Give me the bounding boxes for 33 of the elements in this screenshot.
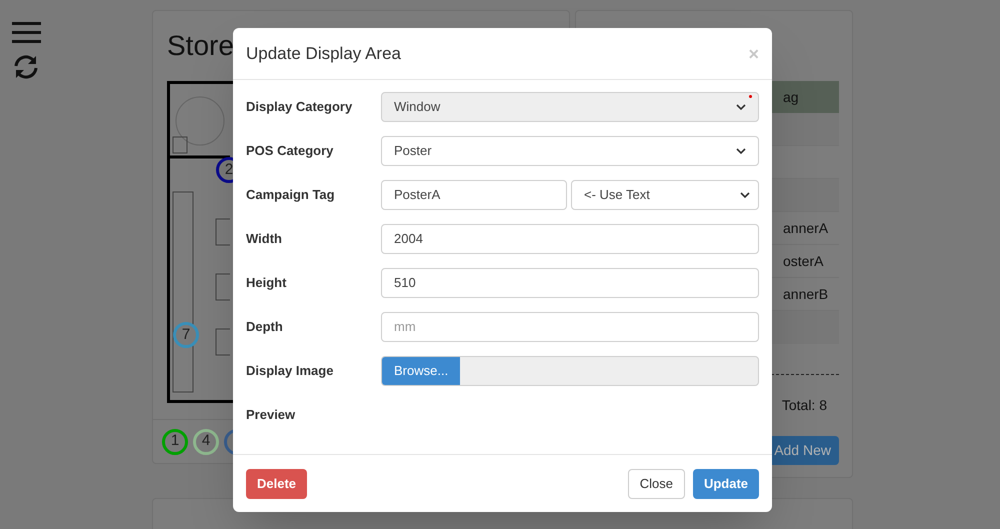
field-label: Campaign Tag — [246, 186, 336, 204]
select-field[interactable]: Poster — [381, 136, 759, 166]
field-label: POS Category — [246, 142, 334, 160]
field-label: Preview — [246, 406, 296, 424]
table-cell-text: annerB — [783, 284, 828, 304]
field-label: Depth — [246, 318, 284, 336]
total-count: Total: 8 — [782, 396, 827, 415]
select-field[interactable]: <- Use Text — [571, 180, 759, 210]
modal-title: Update Display Area — [246, 42, 401, 65]
text-field[interactable]: PosterA — [381, 180, 567, 210]
text-field[interactable]: 510 — [381, 268, 759, 298]
file-field[interactable]: Browse... — [381, 356, 759, 386]
panel-title: Store — [167, 29, 234, 63]
field-label: Display Image — [246, 362, 334, 380]
field-label: Width — [246, 230, 283, 248]
text-field[interactable]: 2004 — [381, 224, 759, 254]
text-field[interactable]: mm — [381, 312, 759, 342]
marker-badge[interactable]: 7 — [173, 322, 199, 348]
table-cell-text: annerA — [783, 218, 828, 238]
table-cell-text: osterA — [783, 252, 824, 270]
marker-badge[interactable]: 1 — [162, 428, 188, 454]
update-button[interactable]: Update — [692, 468, 759, 498]
menu-icon[interactable] — [12, 22, 41, 44]
chevron-icon — [740, 192, 750, 198]
chevron-icon — [736, 148, 746, 154]
delete-button[interactable]: Delete — [246, 468, 308, 498]
marker-badge[interactable]: 4 — [193, 428, 219, 454]
field-label: Display Category — [246, 98, 354, 116]
chevron-icon — [736, 104, 746, 110]
browse-button[interactable]: Browse... — [382, 357, 460, 385]
close-button[interactable]: Close — [628, 468, 685, 498]
field-label: Height — [246, 274, 288, 292]
refresh-icon[interactable] — [12, 54, 40, 80]
